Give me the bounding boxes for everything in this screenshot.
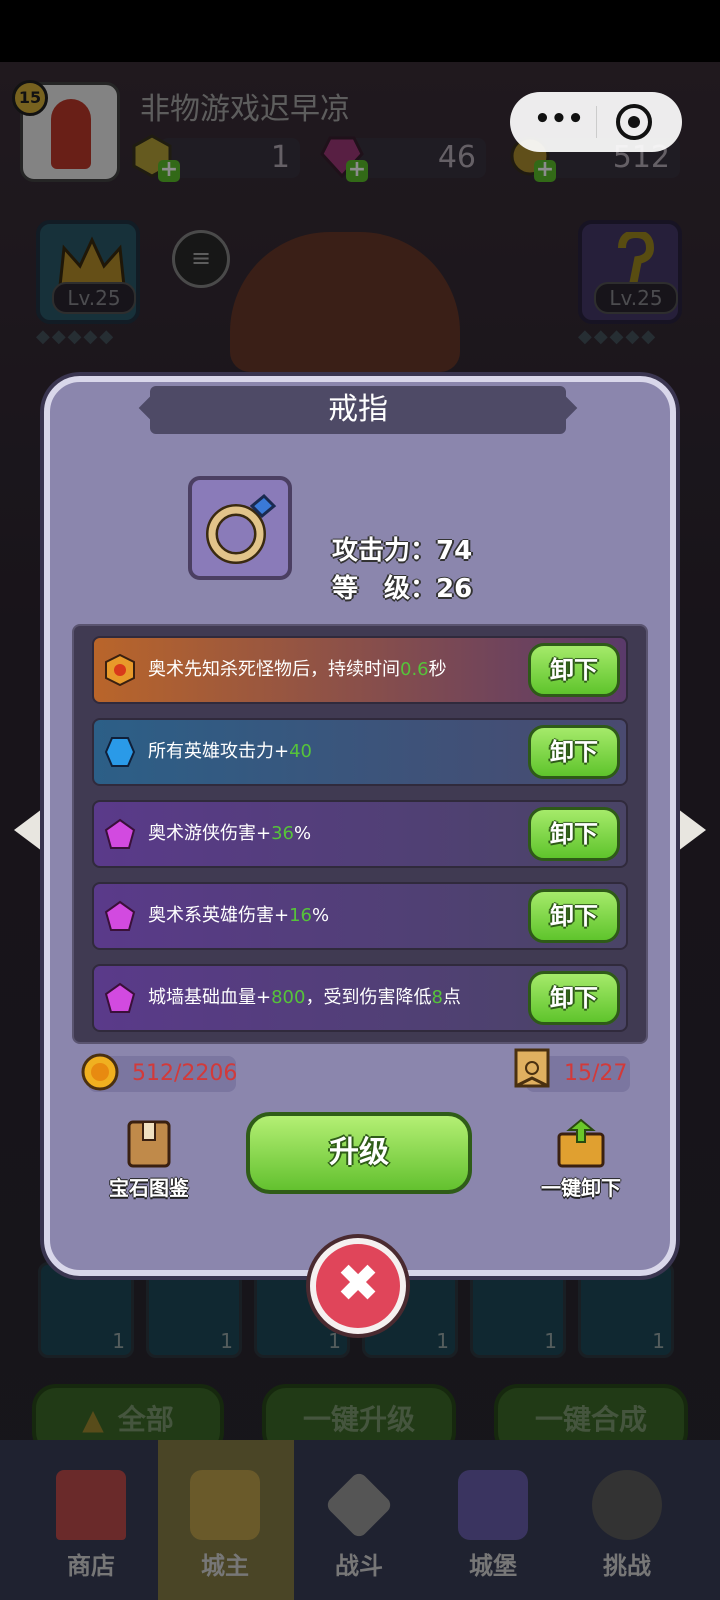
gem-list: 奥术先知杀死怪物后，持续时间0.6秒 卸下 所有英雄攻击力+40 卸下 奥术游侠… (72, 624, 648, 1044)
ring-icon (206, 493, 277, 564)
unequip-button-3[interactable]: 卸下 (528, 807, 620, 861)
gem-row-4: 奥术系英雄伤害+16% 卸下 (92, 882, 628, 950)
nav-lord[interactable]: 城主 (160, 1450, 290, 1590)
nav-shop[interactable]: 商店 (26, 1450, 156, 1590)
item-slot (188, 476, 292, 580)
unequip-button-1[interactable]: 卸下 (528, 643, 620, 697)
book-icon (127, 1120, 171, 1168)
unequip-button-5[interactable]: 卸下 (528, 971, 620, 1025)
castle-icon (458, 1470, 528, 1540)
close-modal-button[interactable]: ✖ (310, 1238, 406, 1334)
challenge-icon (592, 1470, 662, 1540)
unequip-button-4[interactable]: 卸下 (528, 889, 620, 943)
swords-icon (324, 1470, 394, 1540)
level-stat: 等 级：26 (332, 574, 473, 604)
gem-row-1: 奥术先知杀死怪物后，持续时间0.6秒 卸下 (92, 636, 628, 704)
mini-program-capsule: ••• (510, 92, 682, 152)
ring-detail-modal: 戒指 攻击力：74 等 级：26 奥术先知杀死怪物后，持续时间0.6秒 卸下 所… (44, 376, 676, 1276)
orange-hex-gem-icon (105, 654, 135, 686)
gem-row-2: 所有英雄攻击力+40 卸下 (92, 718, 628, 786)
upgrade-button[interactable]: 升级 (246, 1112, 472, 1194)
shop-icon (56, 1470, 126, 1540)
nav-castle[interactable]: 城堡 (428, 1450, 558, 1590)
gem-row-5: 城墙基础血量+800，受到伤害降低8点 卸下 (92, 964, 628, 1032)
crown-nav-icon (190, 1470, 260, 1540)
unequip-all-button[interactable]: 一键卸下 (526, 1118, 636, 1201)
purple-gem-icon (104, 982, 136, 1013)
scroll-cost-icon (514, 1048, 550, 1088)
purple-gem-icon (104, 818, 136, 849)
gem-row-3: 奥术游侠伤害+36% 卸下 (92, 800, 628, 868)
more-menu-button[interactable]: ••• (526, 102, 592, 142)
chest-icon (557, 1118, 605, 1168)
modal-title: 戒指 (150, 386, 566, 434)
purple-gem-icon (104, 900, 136, 931)
blue-gem-icon (104, 737, 136, 767)
gem-catalog-button[interactable]: 宝石图鉴 (94, 1118, 204, 1201)
nav-challenge[interactable]: 挑战 (562, 1450, 692, 1590)
close-mini-program-button[interactable] (616, 104, 652, 140)
nav-battle[interactable]: 战斗 (294, 1450, 424, 1590)
unequip-button-2[interactable]: 卸下 (528, 725, 620, 779)
attack-stat: 攻击力：74 (332, 536, 473, 566)
gold-coin-cost-icon (81, 1053, 119, 1091)
